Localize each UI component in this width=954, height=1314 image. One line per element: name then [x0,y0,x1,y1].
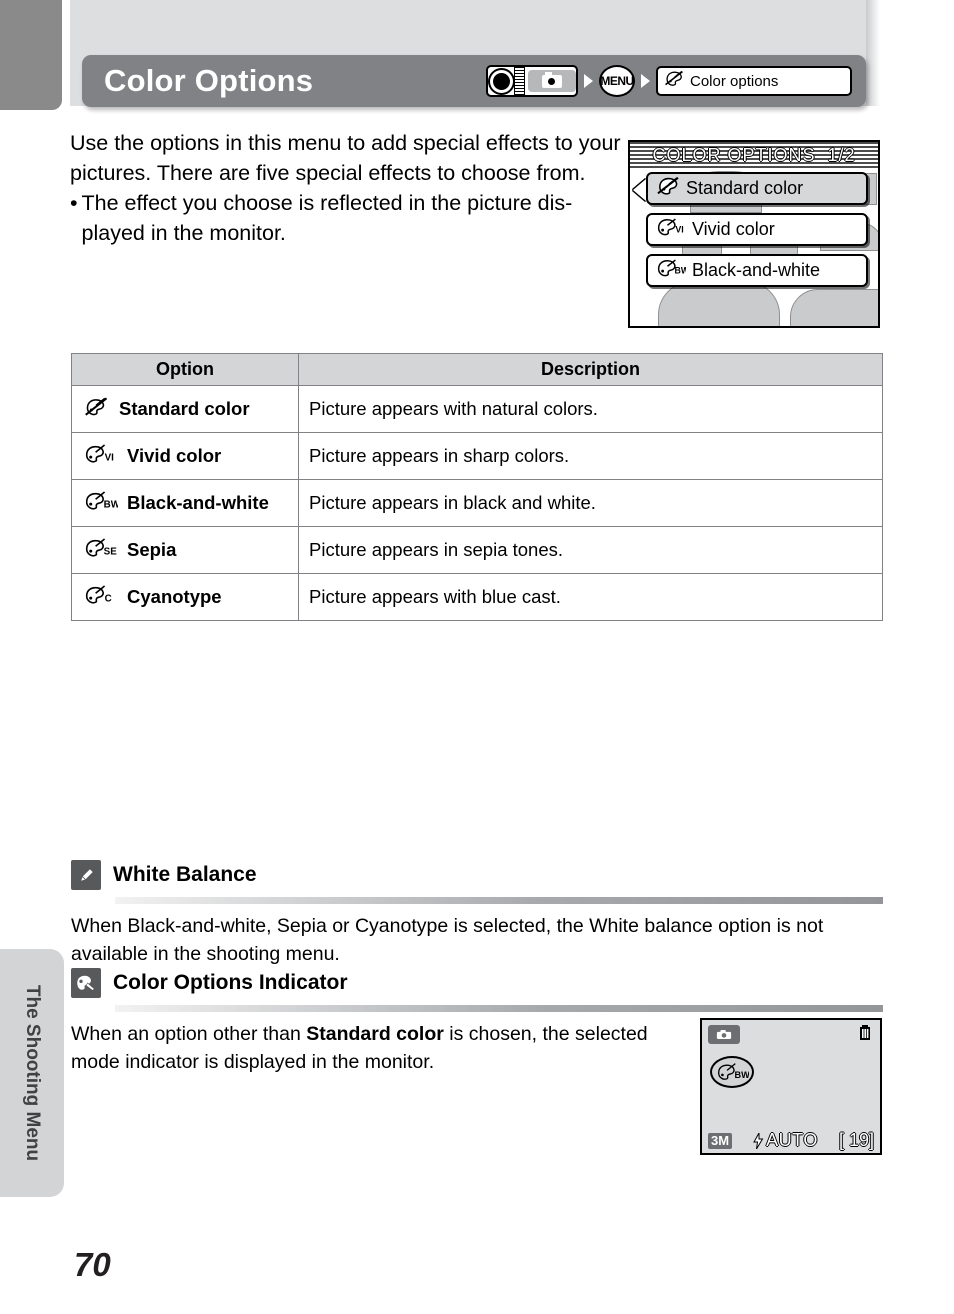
table-header-row: Option Description [71,353,883,386]
lcd-page-indicator: 1/2 [827,145,856,165]
sidebar-chapter-tab: The Shooting Menu [0,949,64,1197]
table-cell-description: Picture appears in black and white. [298,479,883,527]
palette-bw-icon: BW [656,258,690,283]
note-header: White Balance [71,858,883,892]
palette-sepia-icon: SE [84,537,118,564]
lcd-item-label: Vivid color [692,219,775,239]
svg-text:BW: BW [675,265,686,275]
palette-note-icon [71,968,101,998]
lcd-item-vivid-color[interactable]: VI Vivid color [646,213,868,246]
lcd-menu-items: Standard color VI Vivid color BW [630,172,878,295]
intro-text: Use the options in this menu to add spec… [70,128,626,248]
lcd-title-text: COLOR OPTIONS 1/2 [652,145,855,166]
monitor-status-bar: 3M AUTO [ 19] [702,1128,880,1153]
note-white-balance: White Balance When Black-and-white, Sepi… [71,858,883,968]
palette-standard-color-icon [656,176,680,201]
table-option-label: Cyanotype [127,586,222,607]
table-cell-option: Standard color [71,385,299,433]
palette-vivid-icon: VI [84,443,118,470]
mode-dial-hatch-icon [514,67,525,95]
note-title: White Balance [113,863,257,886]
table-row: C Cyanotype Picture appears with blue ca… [71,573,883,621]
table-row: Standard color Picture appears with natu… [71,385,883,433]
navigation-path: MENU Color options [486,63,852,99]
table-cell-description: Picture appears in sharp colors. [298,432,883,480]
palette-vivid-icon: VI [656,217,686,242]
table-cell-description: Picture appears in sepia tones. [298,526,883,574]
table-option-label: Sepia [127,539,177,560]
lcd-item-standard-color[interactable]: Standard color [646,172,868,205]
camera-monitor-illustration: BW 3M AUTO [ 19] [700,1018,882,1155]
table-header-description: Description [298,353,883,386]
camera-icon [528,70,576,92]
table-cell-description: Picture appears with blue cast. [298,573,883,621]
page-title: Color Options [104,63,314,98]
svg-text:BW: BW [735,1070,750,1080]
menu-item-label: Color options [690,72,779,90]
svg-text:BW: BW [104,499,118,510]
camera-mode-dial-icon [486,65,578,97]
table-header-option: Option [71,353,299,386]
table-option-label: Standard color [119,398,250,419]
header-band-edge [866,0,880,106]
palette-bw-icon: BW [84,490,121,517]
lcd-title-label: COLOR OPTIONS [652,145,816,165]
flash-mode-indicator: AUTO [753,1130,818,1151]
note-divider [115,897,883,904]
table-cell-description: Picture appears with natural colors. [298,385,883,433]
table-cell-option: C Cyanotype [71,573,299,621]
table-row: BW Black-and-white Picture appears in bl… [71,479,883,527]
svg-text:VI: VI [105,452,115,463]
note-body-bold: Standard color [306,1023,444,1045]
lcd-title-bar: COLOR OPTIONS 1/2 [630,142,878,169]
color-options-table: Option Description Standard color Pictur… [71,353,883,621]
image-size-badge: 3M [708,1132,733,1149]
lcd-item-label: Black-and-white [692,260,821,280]
pencil-note-icon [71,860,101,890]
svg-text:C: C [105,593,112,604]
flash-mode-label: AUTO [766,1130,818,1150]
arrow-right-icon [584,74,593,88]
intro-bullet-text: The effect you choose is reflected in th… [81,191,573,245]
table-cell-option: VI Vivid color [71,432,299,480]
note-body: When an option other than Standard color… [71,1020,691,1076]
table-row: SE Sepia Picture appears in sepia tones. [71,526,883,574]
arrow-right-icon-2 [641,74,650,88]
palette-standard-color-icon [664,70,684,92]
corner-tab-block [0,0,62,110]
table-cell-option: SE Sepia [71,526,299,574]
lcd-menu-screenshot: COLOR OPTIONS 1/2 Standard color VI Vivi… [628,140,880,328]
svg-text:SE: SE [104,546,118,557]
table-option-label: Vivid color [127,445,222,466]
palette-standard-color-icon [84,396,110,423]
note-title: Color Options Indicator [113,971,348,994]
mode-dial-dot-icon [493,72,510,90]
table-option-label: Black-and-white [127,492,269,513]
table-row: VI Vivid color Picture appears in sharp … [71,432,883,480]
intro-paragraph: Use the options in this menu to add spec… [70,131,621,185]
page-number: 70 [74,1246,111,1283]
svg-text:VI: VI [675,224,683,234]
flash-icon [753,1132,764,1149]
note-header: Color Options Indicator [71,966,883,1000]
note-body-before: When an option other than [71,1023,307,1045]
note-divider [115,1005,883,1012]
intro-bullet-item: • The effect you choose is reflected in … [70,188,626,248]
palette-cyanotype-icon: C [84,584,118,611]
lcd-item-black-and-white[interactable]: BW Black-and-white [646,254,868,287]
battery-icon [858,1025,872,1046]
table-cell-option: BW Black-and-white [71,479,299,527]
palette-bw-indicator-icon: BW [710,1056,754,1088]
menu-item-chip: Color options [656,66,852,96]
page-title-bar: Color Options MENU Color options [82,55,866,107]
note-body: When Black-and-white, Sepia or Cyanotype… [71,915,824,965]
lcd-item-label: Standard color [686,178,804,198]
bullet-dot: • [70,191,78,215]
sidebar-tab-label: The Shooting Menu [22,984,43,1162]
frames-remaining: [ 19] [838,1130,874,1150]
camera-mode-icon [708,1025,740,1044]
menu-button-icon: MENU [599,65,635,97]
